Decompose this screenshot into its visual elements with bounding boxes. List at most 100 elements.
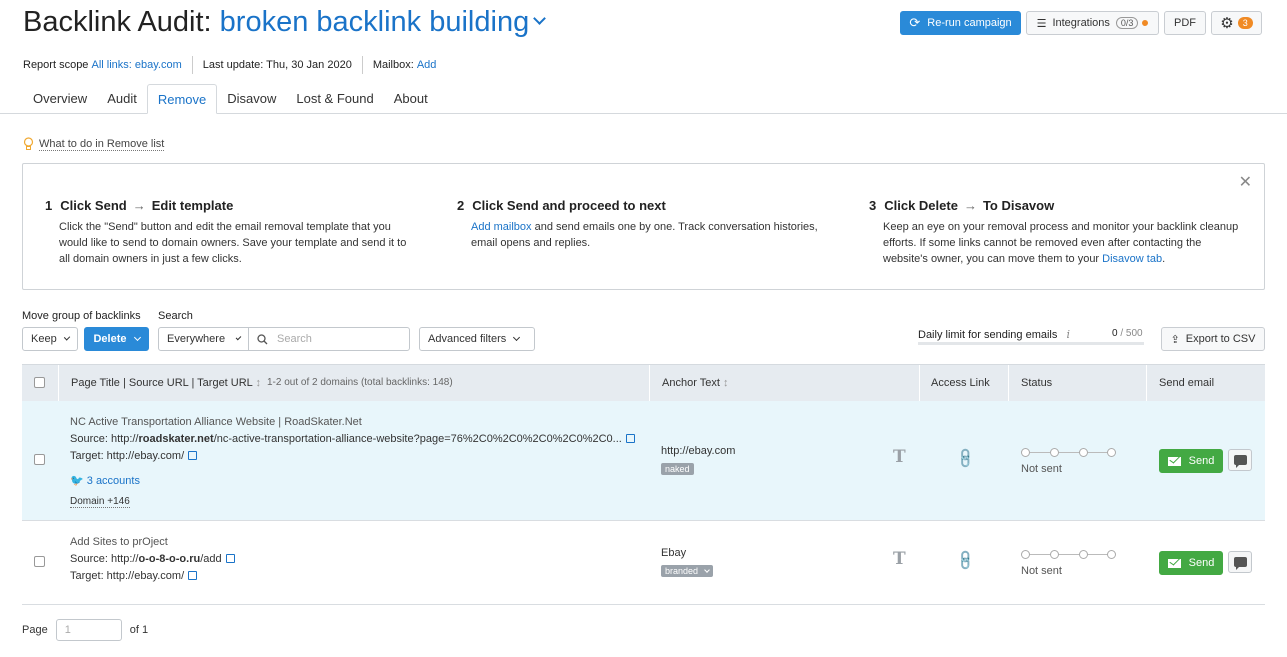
domain-more-link[interactable]: Domain +146 <box>70 496 130 508</box>
step-3: 3 Click Delete → To Disavow Keep an eye on … <box>869 198 1239 265</box>
step-2: 2 Click Send and proceed to next Add mail… <box>457 198 818 249</box>
arrow-right-icon: → <box>132 198 146 213</box>
chevron-down-icon <box>703 567 710 573</box>
page-title: Backlink Audit: broken backlink building <box>23 6 547 39</box>
export-csv-button[interactable]: ⇪ Export to CSV <box>1161 327 1265 351</box>
comment-button[interactable] <box>1228 551 1252 573</box>
anchor-text: http://ebay.com <box>661 445 736 457</box>
source-url[interactable]: Source: http://roadskater.net/nc-active-… <box>70 433 635 445</box>
send-button[interactable]: Send <box>1159 449 1223 473</box>
column-page[interactable]: Page Title | Source URL | Target URL ↕ <box>71 377 261 389</box>
tab-disavow[interactable]: Disavow <box>217 84 286 114</box>
twitter-accounts-link[interactable]: 🐦 3 accounts <box>70 474 140 487</box>
last-update: Last update: Thu, 30 Jan 2020 <box>202 59 352 71</box>
envelope-icon <box>1167 558 1181 568</box>
row-checkbox[interactable] <box>34 454 45 465</box>
source-url[interactable]: Source: http://o-o-8-o-o.ru/add <box>70 553 235 565</box>
column-anchor[interactable]: Anchor Text ↕ <box>662 377 728 389</box>
target-url[interactable]: Target: http://ebay.com/ <box>70 570 198 582</box>
tab-bar: Overview Audit Remove Disavow Lost & Fou… <box>23 84 438 114</box>
delete-button[interactable]: Delete <box>84 327 149 351</box>
step-1: 1 Click Send → Edit template Click the "Sen… <box>45 198 407 265</box>
page-total: 1 <box>141 624 149 636</box>
comment-icon <box>1233 557 1247 570</box>
daily-limit-label: Daily limit for sending emails i <box>918 328 1070 341</box>
status-text: Not sent <box>1021 463 1062 475</box>
column-send-email: Send email <box>1159 377 1215 389</box>
comment-button[interactable] <box>1228 449 1252 471</box>
remove-tip[interactable]: What to do in Remove list <box>23 137 165 151</box>
search-input[interactable]: Search <box>248 327 410 351</box>
daily-limit-value: 0 / 500 <box>1112 328 1143 339</box>
remove-instructions-panel: ✕ 1 Click Send → Edit template Click the "S… <box>22 163 1265 290</box>
chevron-down-icon <box>235 334 242 340</box>
search-label: Search <box>158 310 193 322</box>
column-access-link: Access Link <box>931 377 990 389</box>
page-title-text: NC Active Transportation Alliance Websit… <box>70 416 362 428</box>
close-icon[interactable]: ✕ <box>1239 172 1252 192</box>
domain-count: 1-2 out of 2 domains (total backlinks: 1… <box>267 377 453 388</box>
external-link-icon[interactable] <box>625 434 635 443</box>
scope-link[interactable]: All links: ebay.com <box>92 59 182 71</box>
external-link-icon[interactable] <box>188 451 198 460</box>
refresh-icon: ⟳ <box>909 15 921 30</box>
tab-audit[interactable]: Audit <box>97 84 147 114</box>
select-all-checkbox[interactable] <box>34 377 45 388</box>
arrow-right-icon: → <box>963 198 977 213</box>
chevron-down-icon <box>533 12 547 25</box>
tab-remove[interactable]: Remove <box>146 84 218 114</box>
send-button[interactable]: Send <box>1159 551 1223 575</box>
text-link-icon: T <box>893 549 906 569</box>
sort-icon: ↕ <box>722 377 729 389</box>
anchor-type-tag[interactable]: branded <box>661 565 713 577</box>
table-row: NC Active Transportation Alliance Websit… <box>22 401 1265 521</box>
report-scope-bar: Report scope All links: ebay.com Last up… <box>23 56 436 74</box>
settings-badge: 3 <box>1237 17 1253 29</box>
gear-icon: ⚙ <box>1220 15 1234 32</box>
search-scope-dropdown[interactable]: Everywhere <box>158 327 249 351</box>
table-row: Add Sites to prOject Source: http://o-o-… <box>22 521 1265 605</box>
tab-lost-found[interactable]: Lost & Found <box>286 84 383 114</box>
link-icon[interactable]: 🔗 <box>954 446 978 470</box>
page-number-input[interactable]: 1 <box>55 619 122 641</box>
daily-limit-bar <box>918 342 1144 345</box>
envelope-icon <box>1167 456 1181 466</box>
campaign-selector[interactable]: broken backlink building <box>220 6 547 38</box>
pdf-button[interactable]: PDF <box>1164 11 1206 35</box>
add-mailbox-step-link[interactable]: Add mailbox <box>471 221 532 233</box>
list-icon: ☰ <box>1036 17 1047 30</box>
rerun-campaign-button[interactable]: ⟳ Re-run campaign <box>900 11 1021 35</box>
anchor-type-tag: naked <box>661 463 694 475</box>
move-group-label: Move group of backlinks <box>22 310 141 322</box>
page-title-text: Add Sites to prOject <box>70 536 168 548</box>
integrations-button[interactable]: ☰ Integrations 0/3 <box>1026 11 1159 35</box>
integrations-count: 0/3 <box>1115 17 1139 29</box>
add-mailbox-link[interactable]: Add <box>417 59 437 71</box>
sort-icon: ↕ <box>255 377 261 389</box>
search-icon <box>257 333 268 344</box>
external-link-icon[interactable] <box>225 554 235 563</box>
link-icon[interactable]: 🔗 <box>954 548 978 572</box>
settings-button[interactable]: ⚙ 3 <box>1211 11 1262 35</box>
twitter-icon: 🐦 <box>70 475 84 487</box>
info-icon[interactable]: i <box>1066 328 1070 341</box>
external-link-icon[interactable] <box>188 571 198 580</box>
disavow-tab-link[interactable]: Disavow tab <box>1102 253 1162 265</box>
notification-dot <box>1142 20 1149 26</box>
target-url[interactable]: Target: http://ebay.com/ <box>70 450 198 462</box>
column-status: Status <box>1021 377 1053 389</box>
status-progress <box>1021 448 1117 458</box>
advanced-filters-dropdown[interactable]: Advanced filters <box>419 327 535 351</box>
tab-overview[interactable]: Overview <box>23 84 97 114</box>
anchor-text: Ebay <box>661 547 687 559</box>
chevron-down-icon <box>513 333 521 341</box>
status-text: Not sent <box>1021 565 1062 577</box>
pagination: Page 1 of 1 <box>22 619 148 641</box>
keep-dropdown[interactable]: Keep <box>22 327 78 351</box>
table-header: Page Title | Source URL | Target URL ↕ 1… <box>22 364 1265 401</box>
row-checkbox[interactable] <box>34 556 45 567</box>
text-link-icon: T <box>893 447 906 467</box>
status-progress <box>1021 550 1117 560</box>
export-icon: ⇪ <box>1170 333 1180 346</box>
tab-about[interactable]: About <box>384 84 438 114</box>
